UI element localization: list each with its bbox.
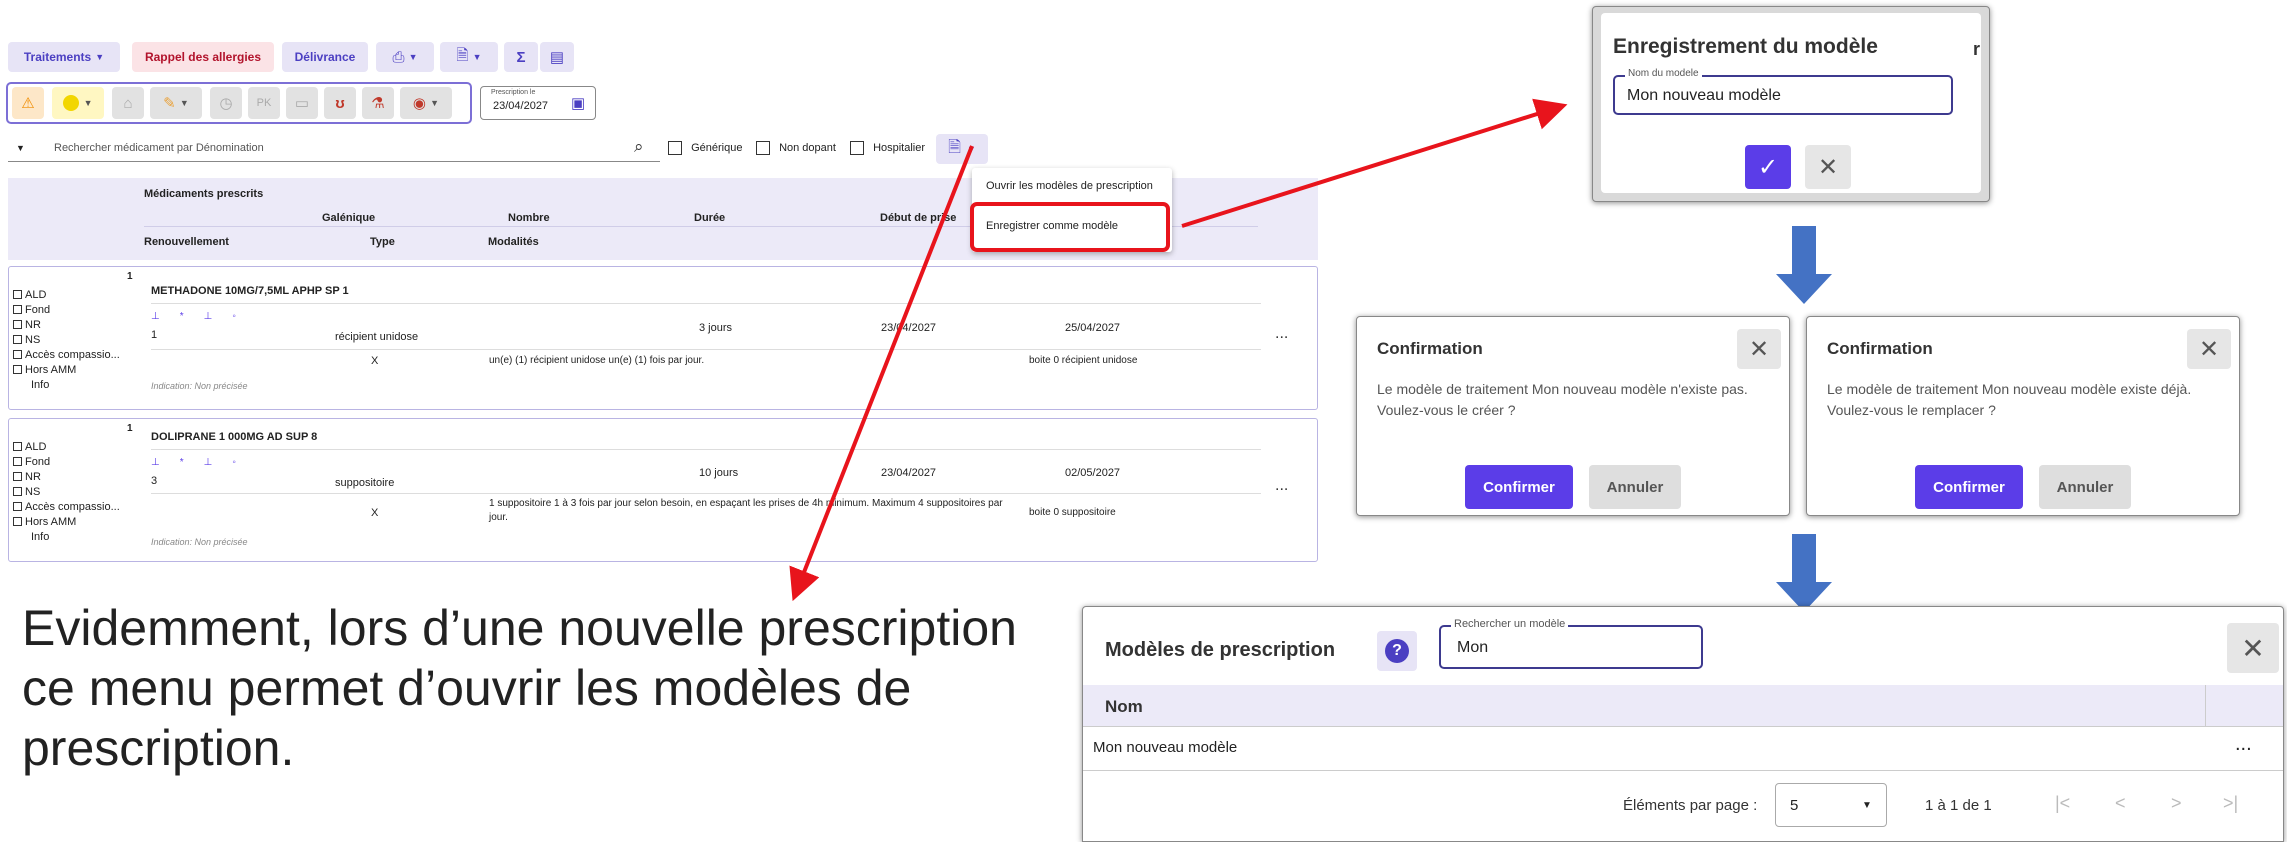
check-icon: ✓	[1757, 153, 1779, 181]
per-page-label: Éléments par page :	[1623, 797, 1758, 814]
save-model-dialog: Enregistrement du modèle r Nom du modele…	[1601, 13, 1981, 193]
close-icon: ✕	[1817, 153, 1839, 181]
chevron-down-icon: ▼	[1862, 800, 1872, 811]
help-button[interactable]: ?	[1377, 631, 1417, 671]
prescription-models-dialog: Modèles de prescription ? Rechercher un …	[1082, 606, 2284, 842]
per-page-select[interactable]: 5 ▼	[1775, 783, 1887, 827]
model-name-input[interactable]: Mon nouveau modèle	[1627, 87, 1781, 105]
dialog-title: Enregistrement du modèle	[1613, 35, 1878, 58]
next-page-icon[interactable]: >	[2171, 793, 2182, 814]
confirm-button[interactable]: Confirmer	[1465, 465, 1573, 509]
close-button[interactable]: ✕	[2187, 329, 2231, 369]
table-row[interactable]: Mon nouveau modèle ...	[1083, 727, 2283, 771]
model-name-field[interactable]: Nom du modele Mon nouveau modèle	[1613, 68, 1953, 115]
model-name-label: Nom du modele	[1625, 68, 1702, 79]
dialog-title: Confirmation	[1377, 339, 1483, 358]
more-options-icon[interactable]: ...	[2235, 733, 2252, 756]
confirm-button[interactable]: Confirmer	[1915, 465, 2023, 509]
confirm-check-button[interactable]: ✓	[1745, 145, 1791, 189]
model-name-cell[interactable]: Mon nouveau modèle	[1093, 739, 1237, 756]
close-button[interactable]: ✕	[1737, 329, 1781, 369]
close-icon: ✕	[2241, 632, 2265, 664]
model-search-label: Rechercher un modèle	[1451, 618, 1569, 630]
pagination-range: 1 à 1 de 1	[1925, 797, 1992, 814]
col-nom: Nom	[1105, 697, 1143, 716]
confirmation-dialog-replace: Confirmation ✕ Le modèle de traitement M…	[1806, 316, 2240, 516]
model-search-field[interactable]: Rechercher un modèle Mon	[1439, 618, 1703, 669]
close-icon: ✕	[2198, 335, 2220, 363]
dialog-title: Modèles de prescription	[1105, 639, 1336, 661]
flow-arrow-down-1	[1776, 226, 1832, 304]
cut-text: r	[1973, 39, 1981, 59]
dialog-message: Le modèle de traitement Mon nouveau modè…	[1377, 381, 1748, 418]
last-page-icon[interactable]: >|	[2223, 793, 2238, 814]
cancel-button[interactable]: Annuler	[2039, 465, 2131, 509]
cancel-button[interactable]: Annuler	[1589, 465, 1681, 509]
flow-arrow-down-2	[1776, 534, 1832, 612]
model-search-input[interactable]: Mon	[1457, 639, 1488, 657]
close-icon: ✕	[1748, 335, 1770, 363]
per-page-value: 5	[1790, 797, 1799, 814]
prev-page-icon[interactable]: <	[2115, 793, 2126, 814]
close-button[interactable]: ✕	[2227, 623, 2279, 673]
arrow-to-save-dialog	[1181, 98, 1568, 228]
dialog-title: Confirmation	[1827, 339, 1933, 358]
confirmation-dialog-create: Confirmation ✕ Le modèle de traitement M…	[1356, 316, 1790, 516]
save-model-dialog-frame: Enregistrement du modèle r Nom du modele…	[1592, 6, 1990, 202]
arrow-to-caption	[789, 145, 974, 602]
models-table-header: Nom	[1083, 685, 2283, 727]
cancel-button[interactable]: ✕	[1805, 145, 1851, 189]
question-icon: ?	[1385, 639, 1409, 663]
first-page-icon[interactable]: |<	[2055, 793, 2070, 814]
dialog-message: Le modèle de traitement Mon nouveau modè…	[1827, 381, 2192, 418]
